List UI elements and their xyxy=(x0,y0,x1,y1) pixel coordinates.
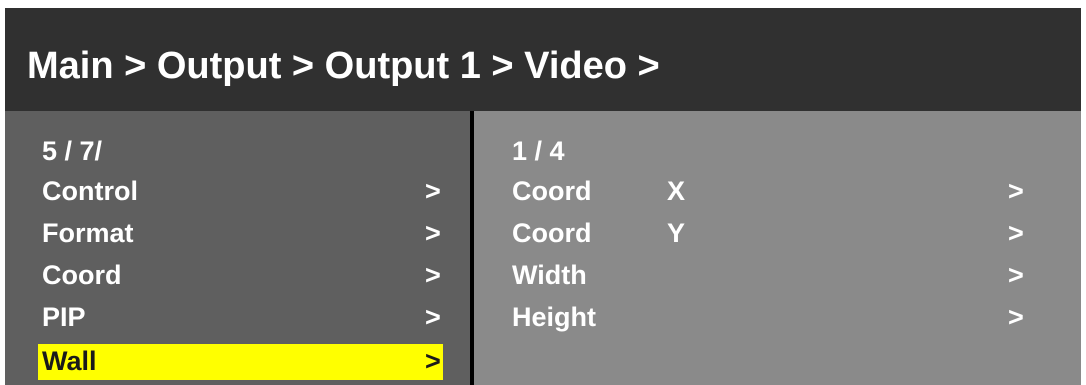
chevron-right-icon: > xyxy=(425,176,441,206)
menu-item-label: Coord xyxy=(512,218,592,248)
menu-item-coord-y[interactable]: Coord Y > xyxy=(474,215,1081,251)
menu-item-label: Height xyxy=(512,302,596,332)
menu-item-coord-x[interactable]: Coord X > xyxy=(474,173,1081,209)
menu-item-format[interactable]: Format > xyxy=(5,215,470,251)
menu-item-label: Control xyxy=(42,176,138,206)
menu-item-control[interactable]: Control > xyxy=(5,173,470,209)
chevron-right-icon: > xyxy=(1008,302,1024,332)
device-menu-screen: Main > Output > Output 1 > Video > 5 / 7… xyxy=(5,8,1081,385)
chevron-right-icon: > xyxy=(1008,260,1024,290)
menu-item-label: PIP xyxy=(42,302,86,332)
menu-item-height[interactable]: Height > xyxy=(474,299,1081,335)
chevron-right-icon: > xyxy=(425,260,441,290)
chevron-right-icon: > xyxy=(425,302,441,332)
menu-header: Main > Output > Output 1 > Video > xyxy=(5,8,1081,111)
chevron-right-icon: > xyxy=(1008,218,1024,248)
menu-item-label: Format xyxy=(42,218,134,248)
left-menu-position: 5 / 7/ xyxy=(42,136,103,166)
breadcrumb: Main > Output > Output 1 > Video > xyxy=(27,45,660,87)
menu-item-label: Wall xyxy=(42,346,97,376)
right-menu-panel: 1 / 4 Coord X > Coord Y > Width > Height… xyxy=(474,111,1081,385)
menu-item-label: Coord xyxy=(42,260,122,290)
right-menu-position: 1 / 4 xyxy=(512,136,565,166)
menu-item-value: X xyxy=(667,176,686,206)
menu-item-width[interactable]: Width > xyxy=(474,257,1081,293)
left-menu-panel: 5 / 7/ Control > Format > Coord > PIP > … xyxy=(5,111,470,385)
menu-item-value: Y xyxy=(667,218,686,248)
chevron-right-icon: > xyxy=(425,346,441,376)
menu-item-wall[interactable]: Wall > xyxy=(38,344,443,380)
menu-item-coord[interactable]: Coord > xyxy=(5,257,470,293)
menu-item-pip[interactable]: PIP > xyxy=(5,299,470,335)
chevron-right-icon: > xyxy=(425,218,441,248)
chevron-right-icon: > xyxy=(1008,176,1024,206)
menu-item-label: Width xyxy=(512,260,587,290)
menu-item-label: Coord xyxy=(512,176,592,206)
